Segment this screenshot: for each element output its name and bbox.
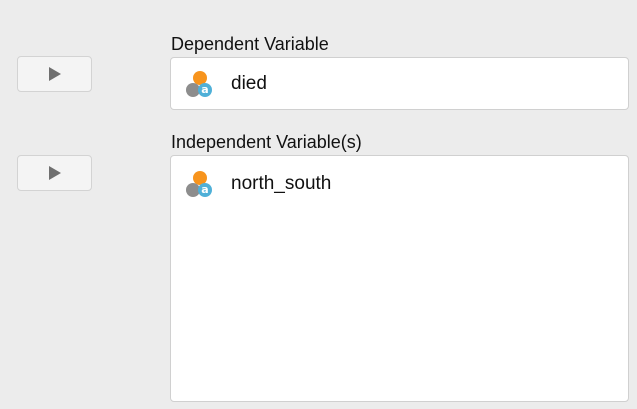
independent-variables-box[interactable]: a north_south bbox=[170, 155, 629, 402]
nominal-text-variable-icon: a bbox=[185, 71, 219, 97]
variable-name: died bbox=[231, 73, 267, 94]
move-to-dependent-button[interactable] bbox=[17, 56, 92, 92]
independent-variables-label: Independent Variable(s) bbox=[171, 132, 362, 152]
variable-name: north_south bbox=[231, 173, 332, 194]
dependent-variable-box[interactable]: a died bbox=[170, 57, 629, 110]
play-arrow-icon bbox=[48, 67, 61, 81]
variable-item-north-south[interactable]: a north_south bbox=[171, 171, 628, 197]
nominal-text-variable-icon: a bbox=[185, 171, 219, 197]
play-arrow-icon bbox=[48, 166, 61, 180]
dependent-variable-label: Dependent Variable bbox=[171, 34, 329, 54]
move-to-independent-button[interactable] bbox=[17, 155, 92, 191]
variable-item-died[interactable]: a died bbox=[171, 71, 628, 97]
